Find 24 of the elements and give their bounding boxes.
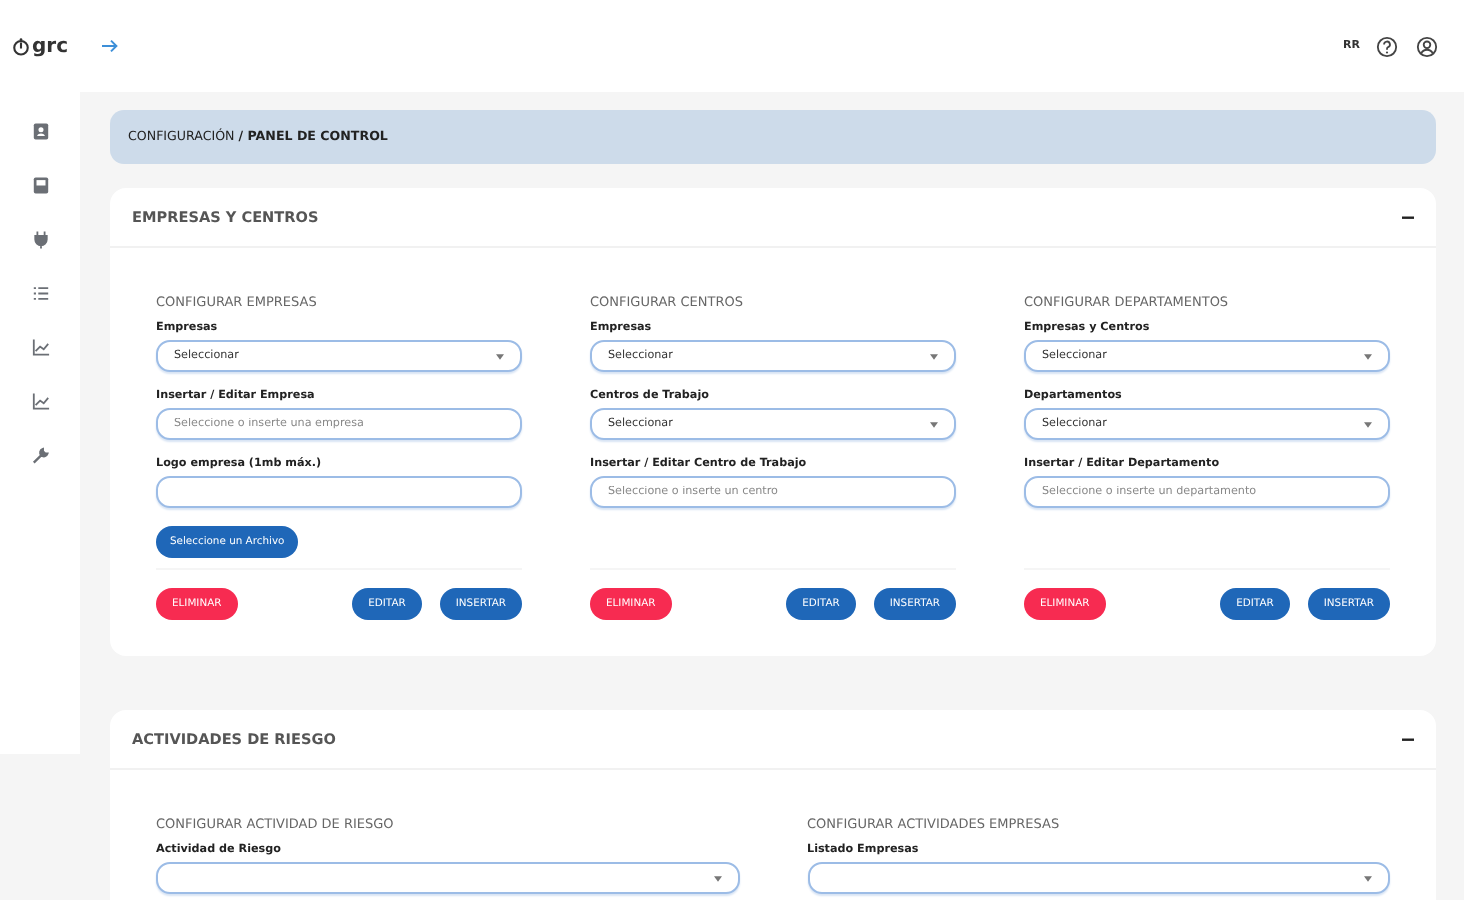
collapse-icon[interactable] — [1402, 211, 1414, 223]
caret-icon — [1364, 353, 1372, 359]
contact-icon[interactable] — [31, 122, 49, 141]
wrench-icon[interactable] — [31, 446, 49, 465]
logo-icon — [11, 35, 30, 57]
caret-icon — [713, 875, 721, 881]
book-icon[interactable] — [31, 176, 49, 195]
list-icon[interactable] — [31, 284, 49, 303]
user-icon[interactable] — [1416, 35, 1438, 57]
arrow-right-icon[interactable] — [102, 38, 120, 54]
logo-text: grc — [31, 35, 69, 57]
help-icon[interactable] — [1376, 35, 1398, 57]
caret-icon — [930, 353, 938, 359]
select-field[interactable] — [156, 862, 739, 894]
chart-icon[interactable] — [31, 338, 49, 357]
collapse-icon[interactable] — [1402, 733, 1414, 745]
plug-icon[interactable] — [31, 230, 49, 249]
select-field[interactable] — [807, 862, 1390, 894]
chart-icon[interactable] — [31, 392, 49, 411]
caret-icon — [496, 353, 504, 359]
caret-icon — [1364, 421, 1372, 427]
caret-icon — [930, 421, 938, 427]
input-field[interactable] — [156, 476, 522, 508]
caret-icon — [1364, 875, 1372, 881]
